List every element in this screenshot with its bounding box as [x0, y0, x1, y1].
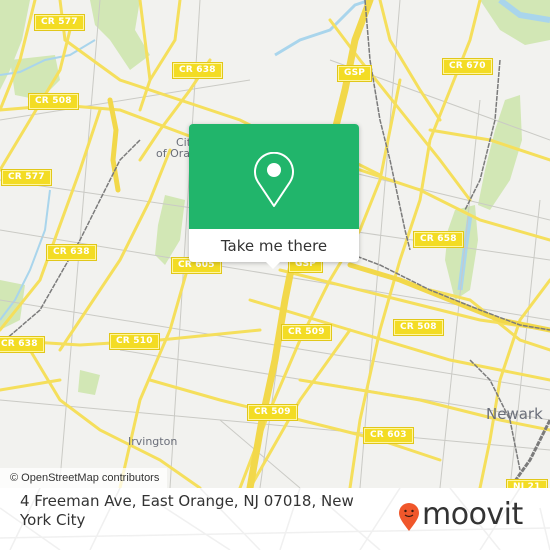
route-shield: GSP [336, 65, 373, 82]
moovit-wordmark: moovit [422, 497, 523, 532]
map-canvas[interactable]: CR 577 CR 638 CR 508 GSP CR 670 CR 577 C… [0, 0, 550, 488]
route-shield: NJ 21 [506, 479, 548, 488]
route-shield: CR 510 [109, 333, 160, 350]
route-shield: CR 638 [0, 336, 45, 353]
route-shield: CR 638 [46, 244, 97, 261]
route-shield: CR 577 [1, 169, 52, 186]
map-attribution[interactable]: © OpenStreetMap contributors [0, 468, 168, 488]
route-shield: CR 509 [281, 324, 332, 341]
address-text: 4 Freeman Ave, East Orange, NJ 07018, Ne… [20, 492, 354, 529]
rail-line [339, 249, 550, 331]
destination-popup: Take me there [189, 124, 359, 269]
route-shield: CR 508 [393, 319, 444, 336]
place-label-irvington: Irvington [128, 435, 178, 448]
park-area [480, 0, 550, 45]
route-shield: CR 603 [363, 427, 414, 444]
route-shield: CR 638 [172, 62, 223, 79]
popup-header [189, 124, 359, 229]
route-shield: CR 658 [413, 231, 464, 248]
location-pin-icon [254, 152, 294, 207]
popup-pointer [264, 260, 282, 269]
moovit-pin-icon [399, 503, 419, 531]
route-shield: CR 508 [28, 93, 79, 110]
rail-line [364, 0, 411, 251]
route-shield: CR 577 [34, 14, 85, 31]
park-area [478, 95, 522, 210]
route-shield: CR 670 [442, 58, 493, 75]
route-shield: CR 509 [247, 404, 298, 421]
park-area [155, 195, 185, 265]
place-label-newark: Newark [486, 405, 543, 423]
park-area [78, 370, 100, 395]
moovit-logo[interactable]: moovit [398, 497, 538, 536]
take-me-there-button[interactable]: Take me there [189, 229, 359, 262]
